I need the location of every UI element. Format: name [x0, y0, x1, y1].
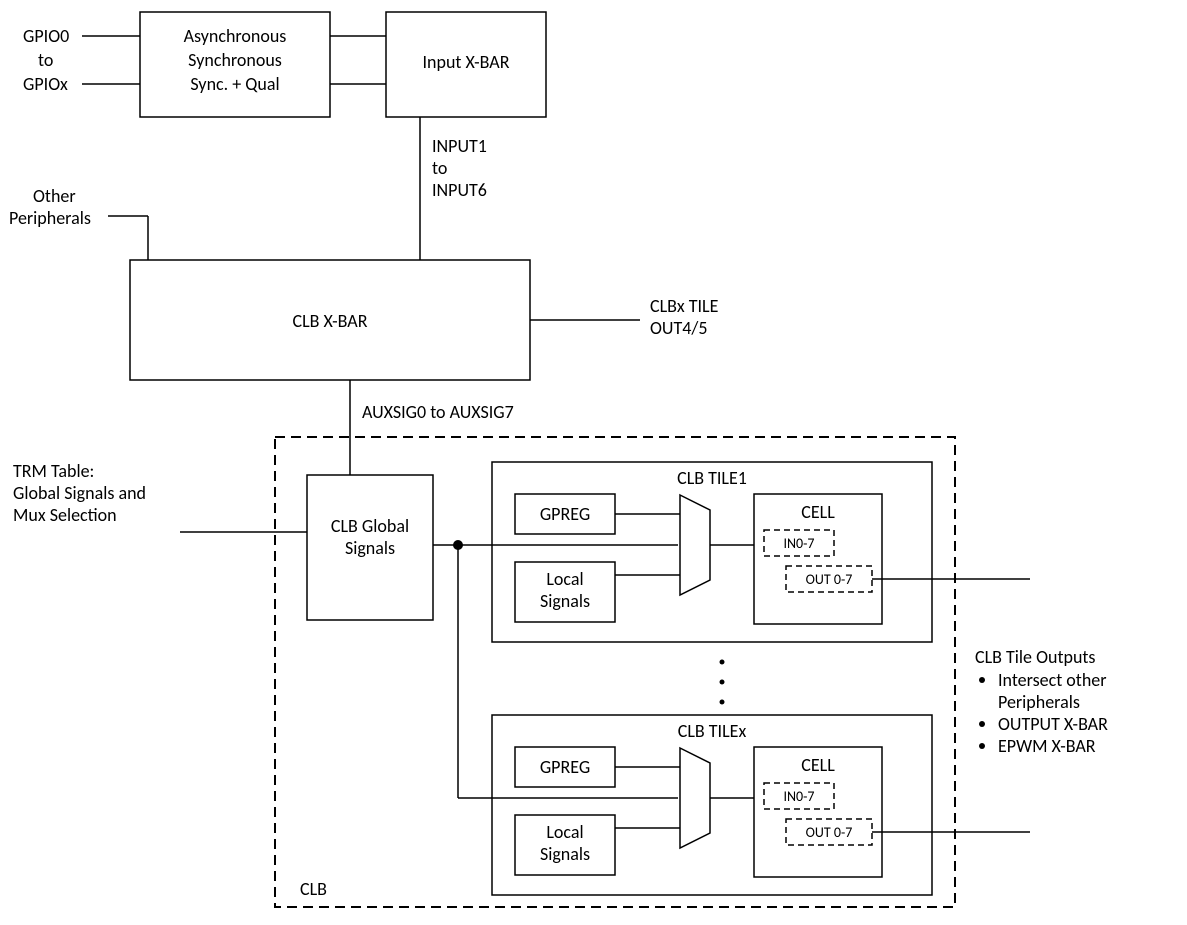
tilex-local-l2: Signals [540, 843, 590, 865]
tile1-cell-label: CELL [801, 501, 835, 523]
clb-global-l2: Signals [345, 537, 395, 559]
outputs-b2: OUTPUT X-BAR [998, 713, 1108, 735]
outputs-bullet2 [979, 721, 985, 727]
async-l2: Synchronous [188, 49, 282, 71]
tilex-title: CLB TILEx [678, 720, 747, 742]
async-l3: Sync. + Qual [190, 73, 279, 95]
outputs-bullet3 [979, 743, 985, 749]
tiles-dot2 [720, 680, 725, 685]
clbx-out-l1: CLBx TILE [650, 295, 719, 317]
outputs-b1b: Peripherals [998, 691, 1080, 713]
input-to-label: to [432, 157, 447, 179]
trm-l1: TRM Table: [13, 460, 94, 482]
tile1-title: CLB TILE1 [677, 467, 747, 489]
tiles-dot3 [720, 700, 725, 705]
outputs-b1a: Intersect other [998, 669, 1107, 691]
input1-label: INPUT1 [432, 135, 487, 157]
gpio0-label: GPIO0 [23, 25, 69, 47]
outputs-title: CLB Tile Outputs [975, 646, 1095, 668]
gpio-to-label: to [38, 49, 53, 71]
clbx-out-l2: OUT4/5 [650, 317, 707, 339]
outputs-bullet1 [979, 677, 985, 683]
clb-xbar-label: CLB X-BAR [293, 310, 368, 332]
gpiox-label: GPIOx [23, 73, 68, 95]
tilex-cell-label: CELL [801, 754, 835, 776]
tilex-local-l1: Local [546, 821, 583, 843]
tile1-mux [680, 495, 710, 595]
trm-l2: Global Signals and [13, 482, 146, 504]
input6-label: INPUT6 [432, 179, 487, 201]
outputs-b3: EPWM X-BAR [998, 735, 1096, 757]
clb-label: CLB [300, 878, 327, 900]
tilex-gpreg-label: GPREG [540, 756, 590, 778]
tile1-local-l2: Signals [540, 590, 590, 612]
tile1-in-label: IN0-7 [783, 535, 814, 552]
clb-global-l1: CLB Global [331, 515, 409, 537]
other-l2: Peripherals [9, 207, 91, 229]
input-xbar-label: Input X-BAR [423, 51, 510, 73]
async-l1: Asynchronous [184, 25, 287, 47]
clb-diagram: GPIO0 to GPIOx Asynchronous Synchronous … [0, 0, 1187, 925]
tilex-out-label: OUT 0-7 [806, 824, 853, 841]
tile1-local-l1: Local [546, 568, 583, 590]
other-l1: Other [33, 185, 76, 207]
tile1-gpreg-label: GPREG [540, 503, 590, 525]
auxsig-label: AUXSIG0 to AUXSIG7 [362, 401, 514, 423]
tiles-dot1 [720, 660, 725, 665]
trm-l3: Mux Selection [13, 504, 117, 526]
tilex-in-label: IN0-7 [783, 788, 814, 805]
tilex-mux [680, 748, 710, 848]
tile1-out-label: OUT 0-7 [806, 571, 853, 588]
